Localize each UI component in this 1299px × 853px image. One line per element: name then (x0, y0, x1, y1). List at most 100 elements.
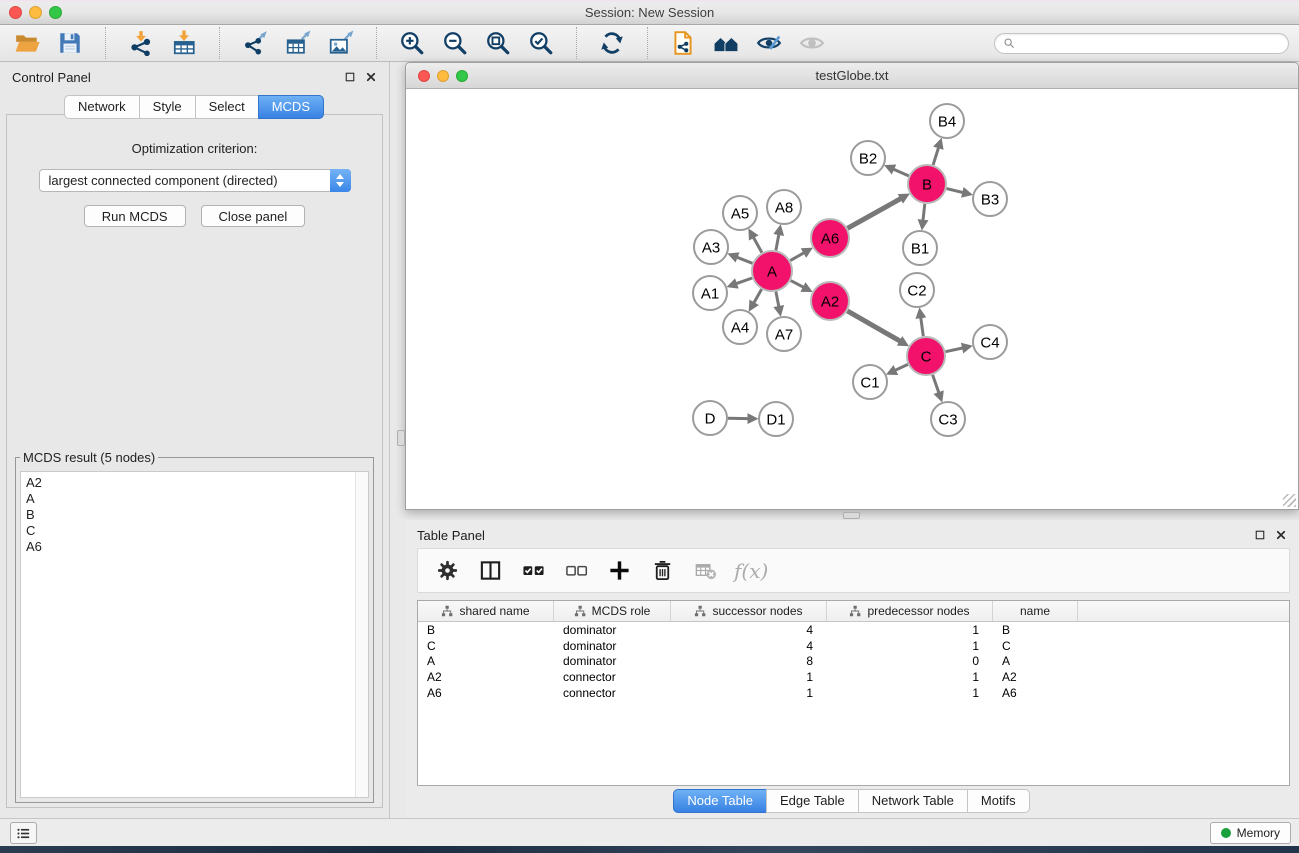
column-header-mcds-role[interactable]: MCDS role (554, 601, 671, 621)
table-cell[interactable]: A2 (418, 669, 554, 685)
close-table-panel-icon[interactable] (1275, 529, 1287, 541)
table-cell[interactable]: A (993, 653, 1078, 669)
import-network-button[interactable] (126, 28, 156, 58)
result-scrollbar[interactable] (355, 472, 368, 797)
float-table-panel-icon[interactable] (1254, 529, 1266, 541)
zoom-out-button[interactable] (440, 28, 470, 58)
graph-edge-A-A4[interactable] (754, 289, 762, 303)
graph-edge-A6-B[interactable] (848, 199, 901, 229)
tab-network-table[interactable]: Network Table (858, 789, 968, 813)
table-cell[interactable]: A (418, 653, 554, 669)
table-cell[interactable]: connector (554, 669, 671, 685)
search-input[interactable] (1020, 36, 1280, 50)
table-cell[interactable]: A2 (993, 669, 1078, 685)
close-panel-button[interactable]: Close panel (201, 205, 306, 227)
table-cell[interactable]: dominator (554, 653, 671, 669)
close-network-light[interactable] (418, 70, 430, 82)
homes-button[interactable] (711, 28, 741, 58)
first-neighbors-button[interactable] (668, 28, 698, 58)
memory-button[interactable]: Memory (1210, 822, 1291, 844)
table-cell[interactable]: B (418, 622, 554, 638)
table-row-a6[interactable]: A6connector11A6 (418, 685, 1289, 701)
graph-edge-A-A6[interactable] (790, 253, 804, 261)
graph-edge-C-C4[interactable] (946, 348, 963, 352)
delete-column-button[interactable] (648, 557, 676, 585)
minimize-network-light[interactable] (437, 70, 449, 82)
float-panel-icon[interactable] (344, 71, 356, 83)
table-cell[interactable]: 1 (671, 669, 827, 685)
close-window-light[interactable] (9, 6, 22, 19)
table-cell[interactable]: 0 (827, 653, 993, 669)
graph-edge-A-A8[interactable] (776, 235, 779, 251)
table-row-b[interactable]: Bdominator41B (418, 622, 1289, 638)
table-cell[interactable]: A6 (418, 685, 554, 701)
mcds-result-item[interactable]: A6 (26, 539, 350, 555)
optimization-criterion-select[interactable]: largest connected component (directed) (39, 169, 351, 192)
table-cell[interactable]: C (993, 638, 1078, 654)
tab-motifs[interactable]: Motifs (967, 789, 1030, 813)
refresh-button[interactable] (597, 28, 627, 58)
splitter-grip-horizontal[interactable] (843, 512, 860, 519)
graph-edge-C-C1[interactable] (895, 364, 908, 370)
zoom-selected-button[interactable] (526, 28, 556, 58)
table-cell[interactable]: A6 (993, 685, 1078, 701)
table-cell[interactable]: C (418, 638, 554, 654)
splitter-grip-vertical[interactable] (397, 430, 405, 446)
import-table-button[interactable] (169, 28, 199, 58)
resize-grip-icon[interactable] (1283, 494, 1296, 507)
export-network-button[interactable] (240, 28, 270, 58)
network-window-titlebar[interactable]: testGlobe.txt (406, 63, 1298, 89)
table-cell[interactable]: 1 (827, 622, 993, 638)
show-graphics-details-button[interactable] (754, 28, 784, 58)
run-mcds-button[interactable]: Run MCDS (84, 205, 186, 227)
mcds-result-item[interactable]: A2 (26, 475, 350, 491)
graph-edge-A-A3[interactable] (737, 257, 752, 263)
deselect-all-button[interactable] (562, 557, 590, 585)
zoom-network-light[interactable] (456, 70, 468, 82)
graph-edge-A-A1[interactable] (736, 278, 752, 284)
table-row-a2[interactable]: A2connector11A2 (418, 669, 1289, 685)
zoom-fit-button[interactable] (483, 28, 513, 58)
table-cell[interactable]: 1 (671, 685, 827, 701)
select-all-button[interactable] (519, 557, 547, 585)
graph-edge-B-B2[interactable] (894, 169, 909, 176)
table-row-c[interactable]: Cdominator41C (418, 638, 1289, 654)
table-cell[interactable]: dominator (554, 622, 671, 638)
graph-edge-B-B4[interactable] (933, 148, 938, 165)
close-panel-icon[interactable] (365, 71, 377, 83)
tab-network[interactable]: Network (64, 95, 140, 119)
mcds-result-item[interactable]: C (26, 523, 350, 539)
zoom-in-button[interactable] (397, 28, 427, 58)
minimize-window-light[interactable] (29, 6, 42, 19)
graph-edge-A-A2[interactable] (791, 281, 804, 288)
tab-edge-table[interactable]: Edge Table (766, 789, 859, 813)
mcds-result-item[interactable]: A (26, 491, 350, 507)
graph-edge-A2-C[interactable] (847, 311, 900, 341)
table-cell[interactable]: 1 (827, 685, 993, 701)
export-table-button[interactable] (283, 28, 313, 58)
tab-select[interactable]: Select (195, 95, 259, 119)
column-header-name[interactable]: name (993, 601, 1078, 621)
graph-edge-C-C3[interactable] (933, 375, 939, 393)
table-row-a[interactable]: Adominator80A (418, 653, 1289, 669)
table-cell[interactable]: connector (554, 685, 671, 701)
panel-list-button[interactable] (10, 822, 37, 844)
save-session-button[interactable] (55, 28, 85, 58)
export-image-button[interactable] (326, 28, 356, 58)
table-cell[interactable]: 8 (671, 653, 827, 669)
graph-edge-B-B3[interactable] (947, 189, 963, 193)
graph-edge-B-B1[interactable] (923, 204, 925, 220)
split-column-button[interactable] (476, 557, 504, 585)
mcds-result-item[interactable]: B (26, 507, 350, 523)
table-cell[interactable]: dominator (554, 638, 671, 654)
tab-mcds[interactable]: MCDS (258, 95, 324, 119)
zoom-window-light[interactable] (49, 6, 62, 19)
column-header-successor-nodes[interactable]: successor nodes (671, 601, 827, 621)
table-cell[interactable]: 1 (827, 669, 993, 685)
search-box[interactable] (994, 33, 1289, 54)
tab-style[interactable]: Style (139, 95, 196, 119)
table-cell[interactable]: 1 (827, 638, 993, 654)
open-session-button[interactable] (12, 28, 42, 58)
column-header-shared-name[interactable]: shared name (418, 601, 554, 621)
graph-edge-C-C2[interactable] (921, 318, 924, 337)
